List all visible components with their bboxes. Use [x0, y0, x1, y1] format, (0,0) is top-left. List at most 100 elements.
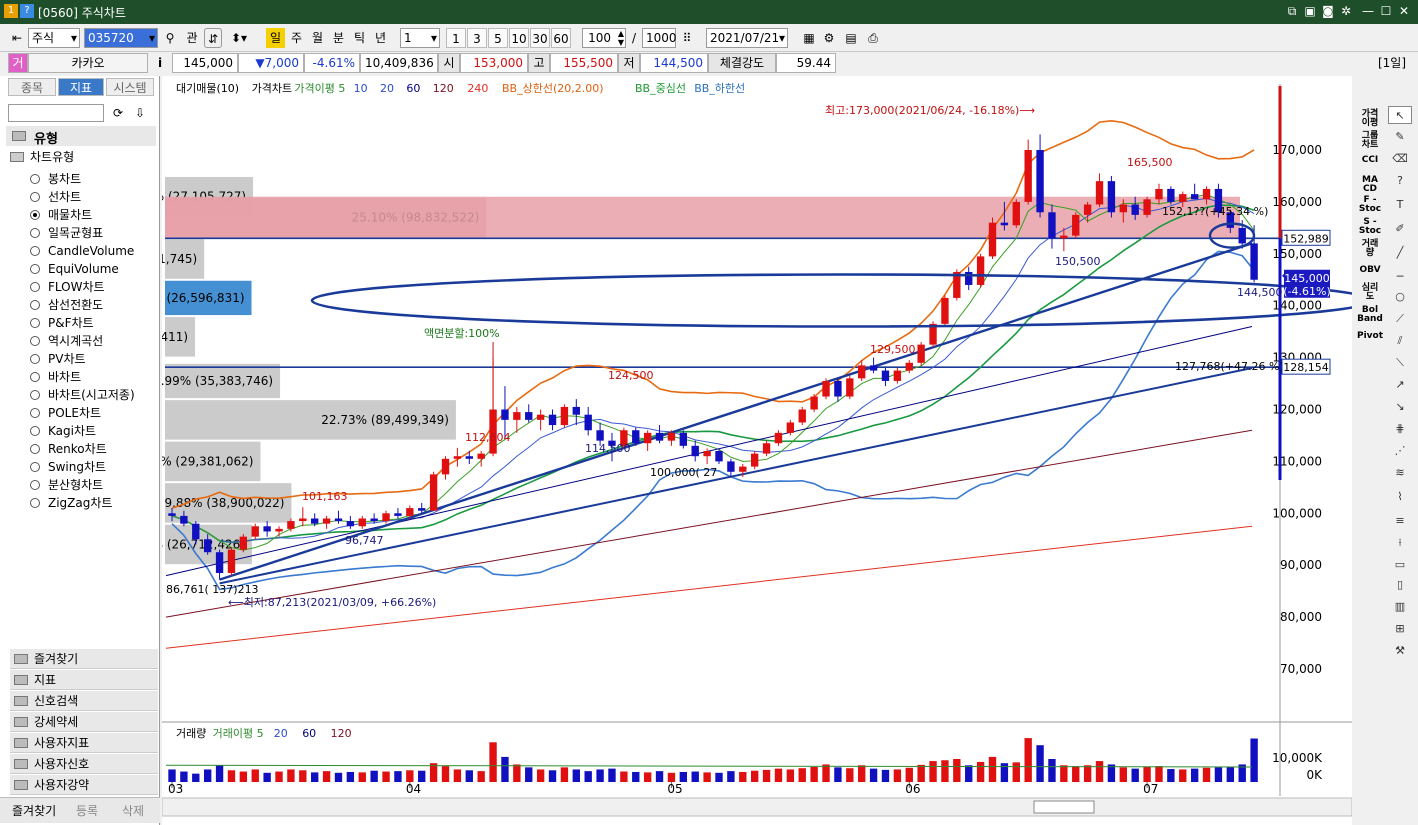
dw-icon[interactable]: ⊞: [1388, 620, 1412, 638]
date-input[interactable]: 2021/07/21 ▾: [706, 28, 788, 48]
indicator-cci[interactable]: CCI: [1356, 156, 1384, 165]
period-tab-4[interactable]: 틱: [350, 28, 369, 48]
indicator-search-input[interactable]: [8, 104, 104, 122]
indicator-obv[interactable]: OBV: [1356, 266, 1384, 275]
info-icon[interactable]: i: [152, 53, 168, 73]
download-icon[interactable]: ⇩: [130, 103, 150, 123]
type-section-header[interactable]: 유형: [6, 126, 156, 147]
chart-type-label: POLE차트: [48, 406, 102, 420]
interval-button-2[interactable]: 5: [488, 28, 508, 48]
period-tab-5[interactable]: 년: [371, 28, 390, 48]
market-select[interactable]: 주식 ▾: [28, 28, 80, 48]
volume-profile-label: 22.73% (89,499,349): [321, 413, 449, 427]
minimize-button[interactable]: —: [1360, 3, 1376, 19]
updown-icon[interactable]: ⬍▾: [226, 28, 252, 48]
eraser-icon[interactable]: ✎: [1388, 128, 1412, 146]
question-icon[interactable]: ?: [1388, 172, 1412, 190]
indicator-volume[interactable]: 거래 량: [1356, 240, 1384, 258]
code-input[interactable]: 035720 ▾: [84, 28, 158, 48]
gwan-button[interactable]: 관: [182, 28, 202, 48]
period-tab-1[interactable]: 주: [287, 28, 306, 48]
auto-icon[interactable]: ⟊: [1388, 534, 1412, 552]
cycle-icon[interactable]: ⌇: [1388, 488, 1412, 506]
indicator-price-volume[interactable]: 가격 이평: [1356, 110, 1384, 128]
refresh-icon[interactable]: ⟳: [108, 103, 128, 123]
tab-stocks[interactable]: 종목: [8, 78, 56, 96]
price-chart-svg[interactable]: 대기매물(10) 가격차트 가격이평 5 10 20 60 120 240 BB_상한선(20,…: [162, 76, 1352, 825]
indicator-fstoc[interactable]: F - Stoc: [1356, 196, 1384, 214]
save-icon[interactable]: ▣: [1302, 3, 1318, 19]
link-icon[interactable]: ⧉: [1284, 3, 1300, 19]
left-section-item[interactable]: 신호검색: [10, 691, 158, 711]
doc-icon[interactable]: ▯: [1388, 576, 1412, 594]
legend-item: 60: [406, 82, 420, 95]
interval-button-4[interactable]: 30: [530, 28, 550, 48]
hline-icon[interactable]: ─: [1388, 268, 1412, 286]
chart-setting-icon[interactable]: ▦: [800, 28, 818, 48]
ray-icon[interactable]: ↗: [1388, 376, 1412, 394]
interval-button-5[interactable]: 60: [551, 28, 571, 48]
close-button[interactable]: ✕: [1396, 3, 1412, 19]
indicator-bband[interactable]: Bol Band: [1356, 306, 1384, 324]
wrench-icon[interactable]: ⚒: [1388, 642, 1412, 660]
circle-icon[interactable]: ○: [1388, 288, 1412, 306]
count-input[interactable]: 100 ▲ ▼: [582, 28, 626, 48]
volume-bar: [1036, 745, 1044, 782]
sync-icon[interactable]: ⇵: [204, 28, 222, 48]
left-section-item[interactable]: 사용자강약: [10, 775, 158, 795]
tab-indicators[interactable]: 지표: [58, 78, 104, 96]
left-section-item[interactable]: 즐겨찾기: [10, 649, 158, 669]
bar-chart-icon[interactable]: ▥: [1388, 598, 1412, 616]
eraser-all-icon[interactable]: ⌫: [1388, 150, 1412, 168]
gear-icon[interactable]: ✲: [1338, 3, 1354, 19]
period-tab-2[interactable]: 월: [308, 28, 327, 48]
pen-icon[interactable]: ✐: [1388, 220, 1412, 238]
maximize-button[interactable]: ☐: [1378, 3, 1394, 19]
left-section-item[interactable]: 사용자신호: [10, 754, 158, 774]
grid-line-icon[interactable]: ⋕: [1388, 420, 1412, 438]
interval-button-3[interactable]: 10: [509, 28, 529, 48]
fib-icon[interactable]: ⟋: [1388, 310, 1412, 328]
volume-bar: [703, 772, 711, 782]
prev-stock-icon[interactable]: ⇤: [8, 28, 26, 48]
cursor-icon[interactable]: ↖: [1388, 106, 1412, 124]
gann-icon[interactable]: ⟍: [1388, 354, 1412, 372]
tick-select[interactable]: 1 ▾: [400, 28, 440, 48]
total-input[interactable]: 1000: [642, 28, 677, 48]
indicator-psych[interactable]: 심리 도: [1356, 284, 1384, 302]
help-icon[interactable]: ?: [20, 4, 34, 18]
text-icon[interactable]: T: [1388, 196, 1412, 214]
delete-button[interactable]: 삭제: [122, 802, 144, 819]
multi-line-icon[interactable]: ≋: [1388, 464, 1412, 482]
register-button[interactable]: 등록: [76, 802, 98, 819]
line-icon[interactable]: ╱: [1388, 244, 1412, 262]
tab-system[interactable]: 시스템: [106, 78, 154, 96]
indicator-macd[interactable]: MA CD: [1356, 176, 1384, 194]
screen-icon[interactable]: ▭: [1388, 556, 1412, 574]
options-icon[interactable]: ⠿: [678, 28, 696, 48]
gear-setting-icon[interactable]: ⚙: [820, 28, 838, 48]
annotation-line128: 127,768(+47.26 %): [1175, 360, 1284, 373]
window-number-icon[interactable]: 1: [4, 4, 18, 18]
interval-button-0[interactable]: 1: [446, 28, 466, 48]
favorites-footer-button[interactable]: 즐겨찾기: [12, 802, 56, 819]
left-section-item[interactable]: 사용자지표: [10, 733, 158, 753]
channel-icon[interactable]: ⫽: [1388, 332, 1412, 350]
search-icon[interactable]: ⚲: [162, 28, 178, 48]
period-tab-0[interactable]: 일: [266, 28, 285, 48]
indicator-sstoc[interactable]: S - Stoc: [1356, 218, 1384, 236]
arrow-icon[interactable]: ↘: [1388, 398, 1412, 416]
y-axis-tick-label: 100,000: [1272, 506, 1322, 520]
period-tab-3[interactable]: 분: [329, 28, 348, 48]
save-chart-icon[interactable]: ▤: [842, 28, 860, 48]
print-icon[interactable]: ⎙: [864, 28, 882, 48]
fan-icon[interactable]: ⋰: [1388, 442, 1412, 460]
indicator-pivot[interactable]: Pivot: [1356, 332, 1384, 341]
left-section-item[interactable]: 지표: [10, 670, 158, 690]
chart-area[interactable]: 대기매물(10) 가격차트 가격이평 5 10 20 60 120 240 BB_상한선(20,…: [162, 76, 1352, 825]
indicator-group-chart[interactable]: 그룹 차트: [1356, 132, 1384, 150]
left-section-item[interactable]: 강세약세: [10, 712, 158, 732]
interval-button-1[interactable]: 3: [467, 28, 487, 48]
camera-icon[interactable]: ◙: [1320, 3, 1336, 19]
level-icon[interactable]: ≡: [1388, 512, 1412, 530]
